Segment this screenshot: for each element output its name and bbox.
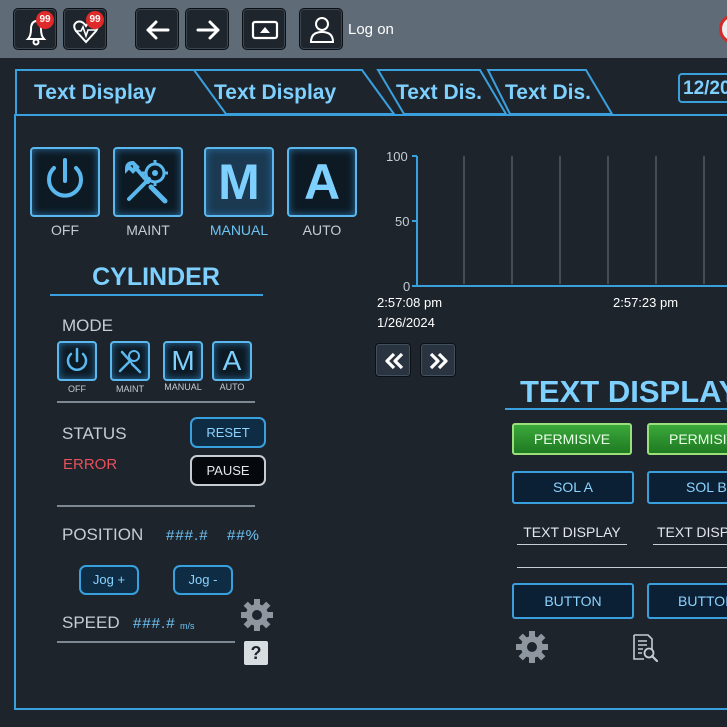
speed-divider [57,641,235,643]
y-tick-50: 50 [395,214,410,229]
logon-label[interactable]: Log on [348,21,394,38]
cylinder-divider [50,294,263,296]
speed-value: ###.# [133,615,176,632]
arrow-right-icon [196,20,220,40]
text-display-title: TEXT DISPLAY [520,374,727,409]
button-2[interactable]: BUTTON [647,583,727,619]
rewind-button[interactable] [375,343,411,377]
double-chevron-left-icon [385,352,404,370]
forward-button[interactable] [185,8,229,50]
off-label: OFF [51,222,79,238]
power-icon [47,158,83,198]
position-value: ###.# [166,527,209,544]
cyl-off-label: OFF [68,384,86,394]
speed-unit: m/s [180,621,195,631]
screen-button[interactable] [242,8,286,50]
double-chevron-right-icon [429,352,448,370]
x-start-date: 1/26/2024 [377,315,435,330]
speed-label: SPEED [62,613,120,632]
manual-button[interactable]: M [204,147,274,217]
cylinder-title: CYLINDER [92,263,220,291]
screen-icon [251,20,279,40]
cyl-manual-button[interactable]: M [163,341,203,381]
tab-label: Text Display [214,81,337,104]
fast-forward-button[interactable] [420,343,456,377]
cyl-auto-glyph: A [222,345,242,376]
tab-label: Text Dis. [396,81,482,104]
position-percent: ##% [227,527,261,544]
back-button[interactable] [135,8,179,50]
manual-glyph: M [218,154,260,210]
manual-label: MANUAL [209,222,269,238]
cyl-auto-button[interactable]: A [212,341,252,381]
y-tick-0: 0 [403,279,411,294]
gear-icon[interactable] [514,629,550,665]
maint-button[interactable] [113,147,183,217]
gear-icon[interactable] [239,597,275,633]
auto-label: AUTO [302,222,342,238]
position-label: POSITION [62,525,144,544]
alarm-button[interactable]: 99 [13,8,57,50]
help-button[interactable]: ? [244,641,268,665]
cyl-off-button[interactable] [57,341,97,381]
mode-label: MODE [62,316,113,335]
tab-label: Text Display [34,81,157,104]
text-display-separator [517,567,727,568]
user-icon [309,17,335,43]
status-indicator-icon [719,14,727,44]
cyl-auto-label: AUTO [219,382,245,392]
grid-lines [463,156,705,284]
x-mid-time: 2:57:23 pm [613,295,679,310]
auto-button[interactable]: A [287,147,357,217]
jog-plus-button[interactable]: Jog + [79,565,139,595]
jog-minus-button[interactable]: Jog - [173,565,233,595]
sol-b-button[interactable]: SOL B [647,471,727,504]
top-bar: 99 99 Log on [0,0,727,58]
wrench-gear-icon [118,350,142,374]
health-button[interactable]: 99 [63,8,107,50]
button-1[interactable]: BUTTON [512,583,634,619]
health-badge: 99 [86,11,104,29]
power-icon [66,347,88,371]
pause-button[interactable]: PAUSE [190,455,266,486]
x-start-time: 2:57:08 pm [377,295,443,310]
trend-chart [412,155,727,287]
arrow-left-icon [146,20,170,40]
user-button[interactable] [299,8,343,50]
cyl-maint-label: MAINT [116,384,144,394]
y-tick-100: 100 [386,149,408,164]
alarm-badge: 99 [36,11,54,29]
auto-glyph: A [303,154,341,210]
off-button[interactable] [30,147,100,217]
tab-text-display-4[interactable]: Text Dis. [486,68,621,116]
text-display-1: TEXT DISPLAY [523,524,621,540]
cyl-maint-button[interactable] [110,341,150,381]
permissive-button-1[interactable]: PERMISIVE [512,423,632,455]
text-display-divider [505,408,727,410]
wrench-gear-icon [124,160,168,204]
document-search-icon[interactable] [630,633,660,663]
cyl-manual-label: MANUAL [164,382,202,392]
permissive-button-2[interactable]: PERMISIVE [647,423,727,455]
sol-a-button[interactable]: SOL A [512,471,634,504]
status-error-value: ERROR [63,456,118,473]
reset-button[interactable]: RESET [190,417,266,448]
tab-text-display-2[interactable]: Text Display [192,68,402,116]
text-display-2: TEXT DISPLAY [657,524,727,540]
status-label: STATUS [62,424,127,443]
status-divider [57,505,255,507]
date-display: 12/20 [678,73,727,103]
mode-divider [57,401,255,403]
maint-label: MAINT [126,222,170,238]
cyl-manual-glyph: M [171,345,195,376]
tab-label: Text Dis. [505,81,591,104]
